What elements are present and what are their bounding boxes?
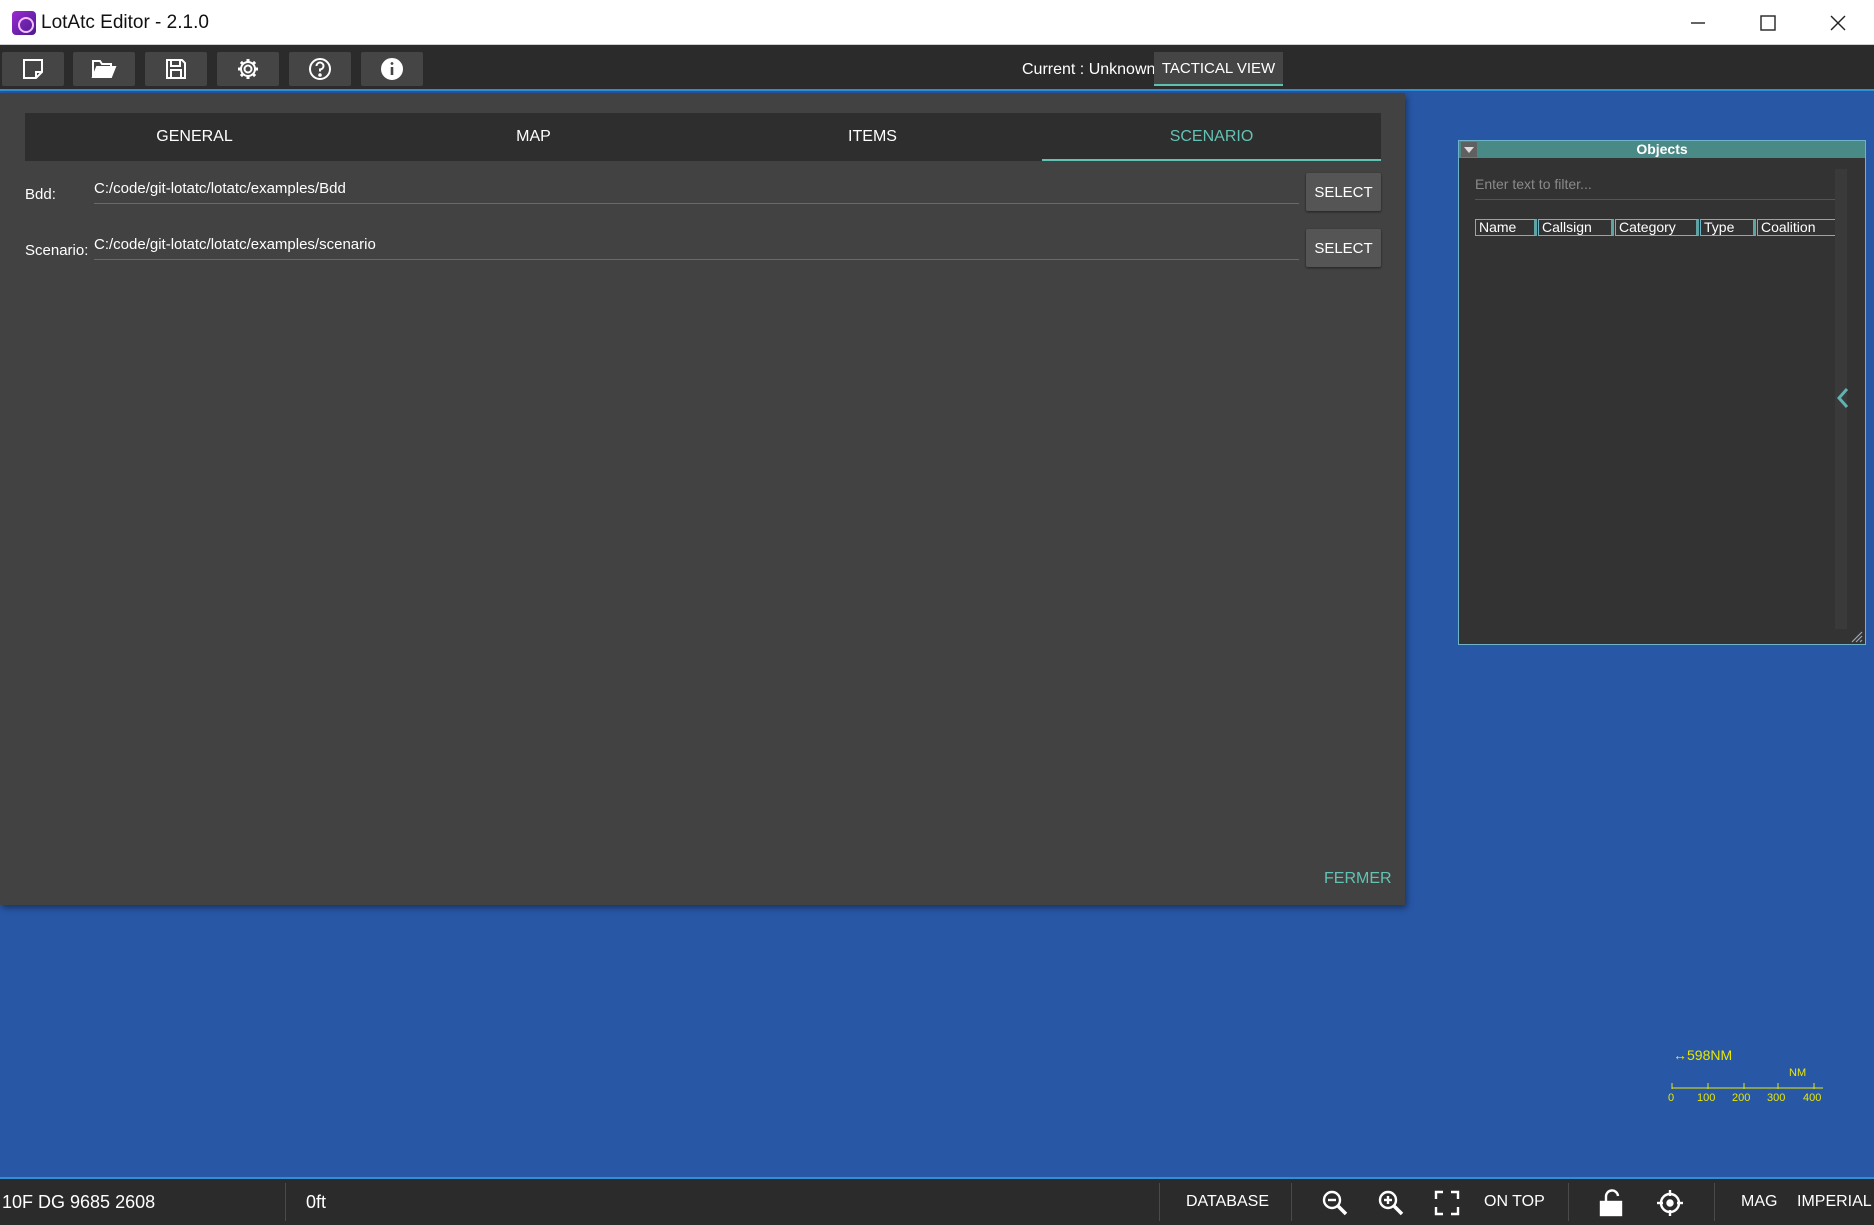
- fullscreen-button[interactable]: [1433, 1189, 1461, 1222]
- lock-button[interactable]: [1598, 1189, 1626, 1222]
- chevron-left-icon[interactable]: [1837, 387, 1849, 409]
- bdd-select-button[interactable]: SELECT: [1306, 173, 1381, 211]
- column-header-coalition[interactable]: Coalition: [1757, 219, 1838, 236]
- bdd-label: Bdd:: [25, 186, 56, 203]
- status-divider: [1714, 1183, 1715, 1221]
- close-dialog-button[interactable]: FERMER: [1324, 870, 1392, 888]
- app-logo-icon: [12, 11, 36, 35]
- tab-scenario[interactable]: SCENARIO: [1042, 113, 1381, 161]
- database-button[interactable]: DATABASE: [1186, 1193, 1269, 1211]
- minimize-icon: [1691, 21, 1705, 24]
- unlock-icon: [1599, 1189, 1623, 1217]
- settings-dialog: GENERAL MAP ITEMS SCENARIO Bdd: C:/code/…: [0, 93, 1405, 905]
- maximize-button[interactable]: [1733, 0, 1803, 45]
- open-button[interactable]: [73, 52, 135, 86]
- status-divider: [1159, 1183, 1160, 1221]
- center-button[interactable]: [1656, 1189, 1684, 1222]
- resize-grip-icon[interactable]: [1849, 629, 1863, 643]
- coordinates-readout: 10F DG 9685 2608: [2, 1192, 156, 1212]
- objects-panel-title: Objects: [1636, 141, 1688, 157]
- scale-tick-label: 300: [1767, 1092, 1786, 1104]
- minimize-button[interactable]: [1663, 0, 1733, 45]
- column-header-type[interactable]: Type: [1700, 219, 1756, 236]
- help-button[interactable]: [289, 52, 351, 86]
- save-button[interactable]: [145, 52, 207, 86]
- scale-distance: ↔598NM: [1673, 1047, 1733, 1063]
- status-divider: [1291, 1183, 1292, 1221]
- bdd-path-field[interactable]: C:/code/git-lotatc/lotatc/examples/Bdd: [94, 174, 1299, 204]
- scenario-path-field[interactable]: C:/code/git-lotatc/lotatc/examples/scena…: [94, 230, 1299, 260]
- gear-icon: [238, 59, 258, 79]
- objects-table-header: Name Callsign Category Type Coalition: [1475, 219, 1839, 236]
- open-folder-icon: [91, 60, 117, 78]
- title-bar: LotAtc Editor - 2.1.0: [0, 0, 1874, 45]
- close-icon: [1830, 15, 1846, 30]
- settings-button[interactable]: [217, 52, 279, 86]
- collapse-panel-button[interactable]: [1461, 142, 1477, 157]
- scenario-label: Scenario:: [25, 242, 89, 259]
- current-view-label: Current : Unknown: [1022, 61, 1156, 78]
- main-toolbar: Current : Unknown TACTICAL VIEW: [0, 45, 1874, 91]
- scale-tick-label: 200: [1732, 1092, 1751, 1104]
- objects-panel: Objects Enter text to filter... Name Cal…: [1458, 140, 1866, 645]
- scale-tick-label: 0: [1668, 1092, 1675, 1104]
- altitude-readout: 0ft: [306, 1192, 327, 1212]
- tactical-view-button[interactable]: TACTICAL VIEW: [1154, 52, 1283, 86]
- imperial-toggle[interactable]: IMPERIAL: [1797, 1193, 1872, 1211]
- zoom-out-icon: [1322, 1190, 1348, 1216]
- window-title: LotAtc Editor - 2.1.0: [41, 12, 209, 33]
- zoom-in-icon: [1378, 1190, 1404, 1216]
- save-icon: [166, 59, 186, 79]
- crosshair-icon: [1657, 1190, 1683, 1216]
- column-header-callsign[interactable]: Callsign: [1538, 219, 1614, 236]
- tab-items[interactable]: ITEMS: [703, 113, 1042, 161]
- status-bar: 10F DG 9685 2608 0ft DATABASE ON TOP MAG…: [0, 1177, 1874, 1225]
- tab-map[interactable]: MAP: [364, 113, 703, 161]
- scale-bar: [1671, 1083, 1823, 1089]
- maximize-icon: [1760, 14, 1776, 31]
- status-divider: [285, 1183, 286, 1221]
- new-button[interactable]: [2, 52, 64, 86]
- mag-toggle[interactable]: MAG: [1741, 1193, 1777, 1211]
- objects-filter-input[interactable]: Enter text to filter...: [1475, 170, 1845, 200]
- triangle-down-icon: [1464, 146, 1474, 153]
- fullscreen-icon: [1434, 1190, 1460, 1216]
- scale-tick-label: 100: [1697, 1092, 1716, 1104]
- close-window-button[interactable]: [1803, 0, 1873, 45]
- scale-unit: NM: [1789, 1067, 1807, 1079]
- scenario-select-button[interactable]: SELECT: [1306, 229, 1381, 267]
- settings-tabs: GENERAL MAP ITEMS SCENARIO: [25, 113, 1381, 161]
- info-button[interactable]: [361, 52, 423, 86]
- zoom-in-button[interactable]: [1377, 1189, 1405, 1222]
- tab-general[interactable]: GENERAL: [25, 113, 364, 161]
- objects-panel-header: Objects: [1459, 141, 1865, 158]
- help-icon: [309, 58, 331, 80]
- zoom-out-button[interactable]: [1321, 1189, 1349, 1222]
- column-header-name[interactable]: Name: [1475, 219, 1537, 236]
- status-divider: [1568, 1183, 1569, 1221]
- column-header-category[interactable]: Category: [1615, 219, 1699, 236]
- on-top-toggle[interactable]: ON TOP: [1484, 1193, 1545, 1211]
- scale-tick-label: 400: [1803, 1092, 1822, 1104]
- info-icon: [381, 58, 403, 80]
- new-icon: [23, 59, 43, 79]
